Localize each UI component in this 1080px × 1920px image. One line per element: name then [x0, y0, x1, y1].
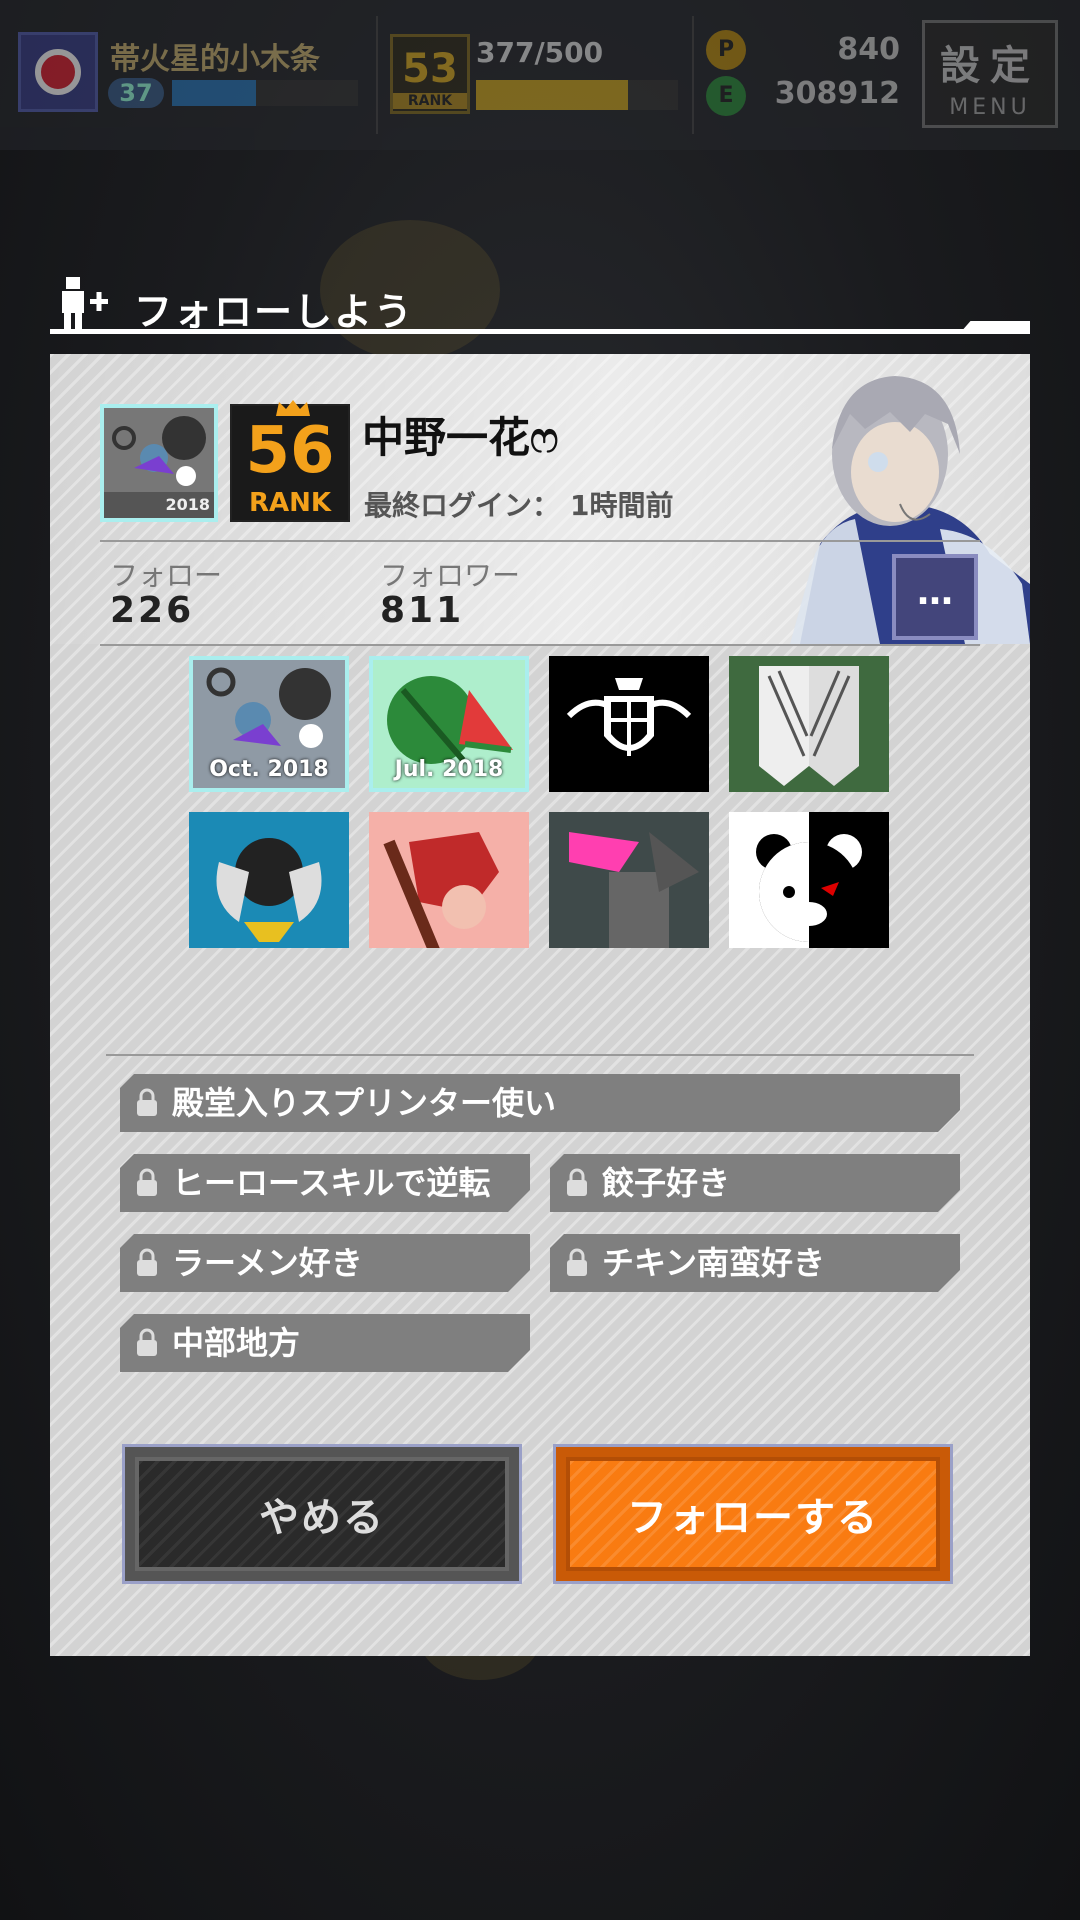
profile-panel: 2018 56 RANK 中野一花ෆ 最終ログイン： 1時間前 フォロー 226 … — [50, 354, 1030, 1656]
menu-kanji: 設定 — [940, 43, 1040, 89]
menu-label: MENU — [949, 95, 1031, 120]
rank-number: 56 — [245, 414, 335, 488]
coin-e-value: 308912 — [774, 76, 900, 111]
profile-divider — [100, 540, 980, 542]
tags-divider — [106, 1054, 974, 1056]
last-login-value: 1時間前 — [570, 489, 674, 522]
coin-e-icon: E — [706, 76, 746, 116]
player-avatar[interactable] — [18, 32, 98, 112]
player-level-badge: 37 — [108, 78, 164, 108]
coin-p-icon: P — [706, 30, 746, 70]
rank-exp-text: 377/500 — [476, 36, 604, 69]
level-progress-bar — [172, 80, 358, 106]
tag-item: ヒーロースキルで逆転 — [120, 1154, 530, 1212]
rank-label: RANK — [248, 488, 332, 518]
dialog-title: フォローしよう — [134, 290, 415, 334]
avatar-year-tag: 2018 — [104, 492, 214, 518]
header-underline-tab — [960, 321, 1030, 333]
badge-character-pink[interactable] — [549, 812, 709, 948]
follow-label: フォロー — [110, 559, 223, 592]
follow-count: 226 — [110, 590, 195, 631]
badge-wings-emblem[interactable] — [729, 656, 889, 792]
badge-academy-emblem[interactable] — [549, 656, 709, 792]
hud-divider — [692, 16, 694, 134]
lock-icon — [134, 1328, 160, 1358]
badge-jul-2018[interactable]: Jul. 2018 — [369, 656, 529, 792]
lock-icon — [134, 1248, 160, 1278]
top-hud: 帯火星的小木条 37 53 RANK 377/500 P E 840 308912… — [0, 0, 1080, 150]
header-underline — [50, 329, 1030, 334]
hud-divider — [376, 16, 378, 134]
badge-oct-2018[interactable]: Oct. 2018 — [189, 656, 349, 792]
tag-item: 中部地方 — [120, 1314, 530, 1372]
follower-count: 811 — [380, 590, 465, 631]
tag-item: チキン南蛮好き — [550, 1234, 960, 1292]
badge-caption: Jul. 2018 — [394, 757, 504, 782]
badge-caption: Oct. 2018 — [209, 757, 329, 782]
lock-icon — [564, 1168, 590, 1198]
tag-item: ラーメン好き — [120, 1234, 530, 1292]
dialog-header: フォローしよう — [50, 275, 1030, 335]
tag-item: 殿堂入りスプリンター使い — [120, 1074, 960, 1132]
settings-menu-button[interactable]: 設定 MENU — [922, 20, 1058, 128]
crown-icon — [276, 400, 310, 416]
badge-bear-emblem[interactable] — [729, 812, 889, 948]
last-login-label: 最終ログイン： — [364, 489, 561, 522]
follow-button-label: フォローする — [566, 1457, 940, 1571]
badge-character-blue[interactable] — [189, 812, 349, 948]
player-name: 帯火星的小木条 — [110, 42, 320, 77]
follower-label: フォロワー — [380, 559, 521, 592]
more-options-button[interactable]: … — [892, 554, 978, 640]
badge-character-red[interactable] — [369, 812, 529, 948]
lock-icon — [134, 1168, 160, 1198]
user-name: 中野一花ෆ — [362, 413, 559, 462]
last-login: 最終ログイン： 1時間前 — [364, 484, 674, 524]
cancel-button-label: やめる — [135, 1457, 509, 1571]
coin-p-value: 840 — [837, 32, 900, 67]
follow-button[interactable]: フォローする — [553, 1444, 953, 1584]
follow-person-icon — [62, 277, 108, 329]
stats-divider — [100, 644, 980, 646]
rank-exp-bar — [476, 80, 678, 110]
lock-icon — [564, 1248, 590, 1278]
user-avatar[interactable]: 2018 — [100, 404, 218, 522]
user-rank-badge: 56 RANK — [230, 400, 350, 522]
lock-icon — [134, 1088, 160, 1118]
tag-item: 餃子好き — [550, 1154, 960, 1212]
cancel-button[interactable]: やめる — [122, 1444, 522, 1584]
rank-badge-hud: 53 RANK — [390, 34, 470, 114]
